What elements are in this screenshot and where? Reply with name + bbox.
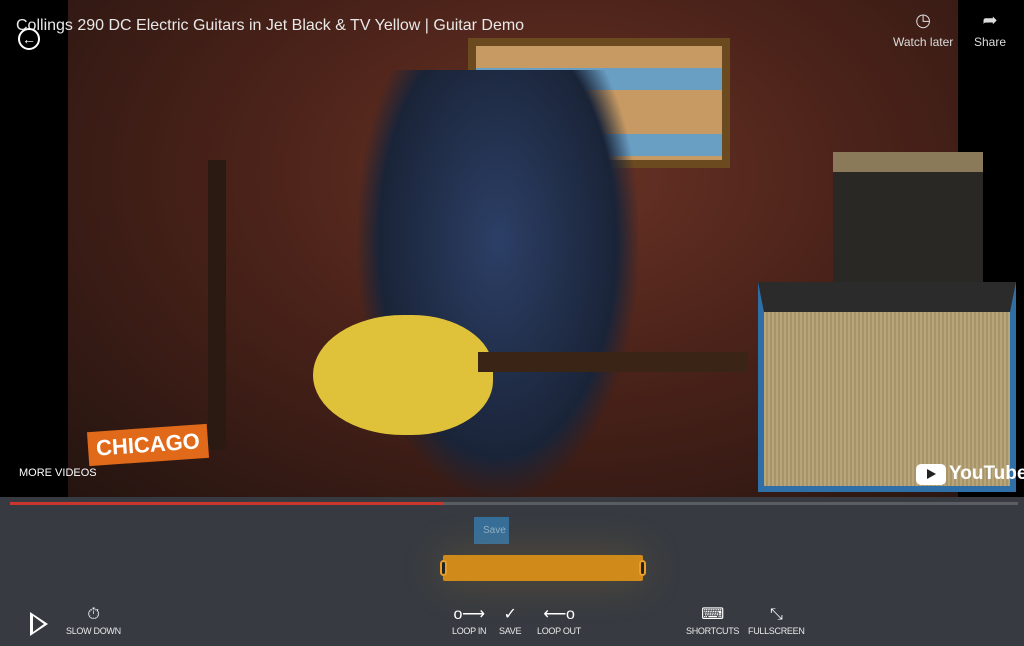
play-icon[interactable]	[30, 612, 48, 636]
youtube-play-icon	[916, 463, 946, 485]
expand-icon: ⤡	[770, 606, 783, 623]
watch-later-button[interactable]: ◷ Watch later	[893, 10, 953, 49]
standing-guitar	[208, 160, 226, 450]
yellow-guitar	[313, 315, 493, 435]
amp-background	[833, 152, 983, 282]
clock-icon: ◷	[915, 10, 931, 30]
loop-end-handle[interactable]	[639, 560, 646, 576]
shortcuts-button[interactable]: ⌨ SHORTCUTS	[686, 604, 739, 636]
stopwatch-icon: ⏱	[87, 606, 100, 623]
loop-in-icon: o⟶	[453, 606, 486, 623]
keyboard-icon: ⌨	[701, 606, 724, 623]
video-title[interactable]: Collings 290 DC Electric Guitars in Jet …	[16, 17, 524, 35]
fullscreen-button[interactable]: ⤡ FULLSCREEN	[748, 604, 805, 636]
check-circle-icon: ✓	[503, 606, 517, 623]
loop-out-icon: ⟵o	[543, 606, 575, 623]
progress-bar[interactable]	[10, 502, 1018, 505]
video-frame	[68, 0, 1016, 497]
save-loop-tooltip[interactable]: Save	[474, 517, 509, 544]
more-videos-button[interactable]: MORE VIDEOS	[19, 467, 97, 479]
progress-played	[10, 502, 444, 505]
blue-amp	[758, 282, 1016, 492]
loop-in-button[interactable]: o⟶ LOOP IN	[452, 604, 487, 636]
loop-out-button[interactable]: ⟵o LOOP OUT	[537, 604, 581, 636]
youtube-logo[interactable]: YouTube	[916, 463, 1024, 485]
loop-region[interactable]	[440, 555, 646, 581]
guitar-neck	[478, 352, 748, 372]
save-button[interactable]: ✓ SAVE	[499, 604, 521, 636]
loop-start-handle[interactable]	[440, 560, 447, 576]
share-icon: ➦	[982, 10, 998, 30]
back-arrow-icon[interactable]: ←	[18, 28, 40, 50]
video-player[interactable]: CHICAGO Collings 290 DC Electric Guitars…	[0, 0, 1024, 497]
share-button[interactable]: ➦ Share	[974, 10, 1006, 49]
slow-down-button[interactable]: ⏱ SLOW DOWN	[66, 604, 121, 636]
